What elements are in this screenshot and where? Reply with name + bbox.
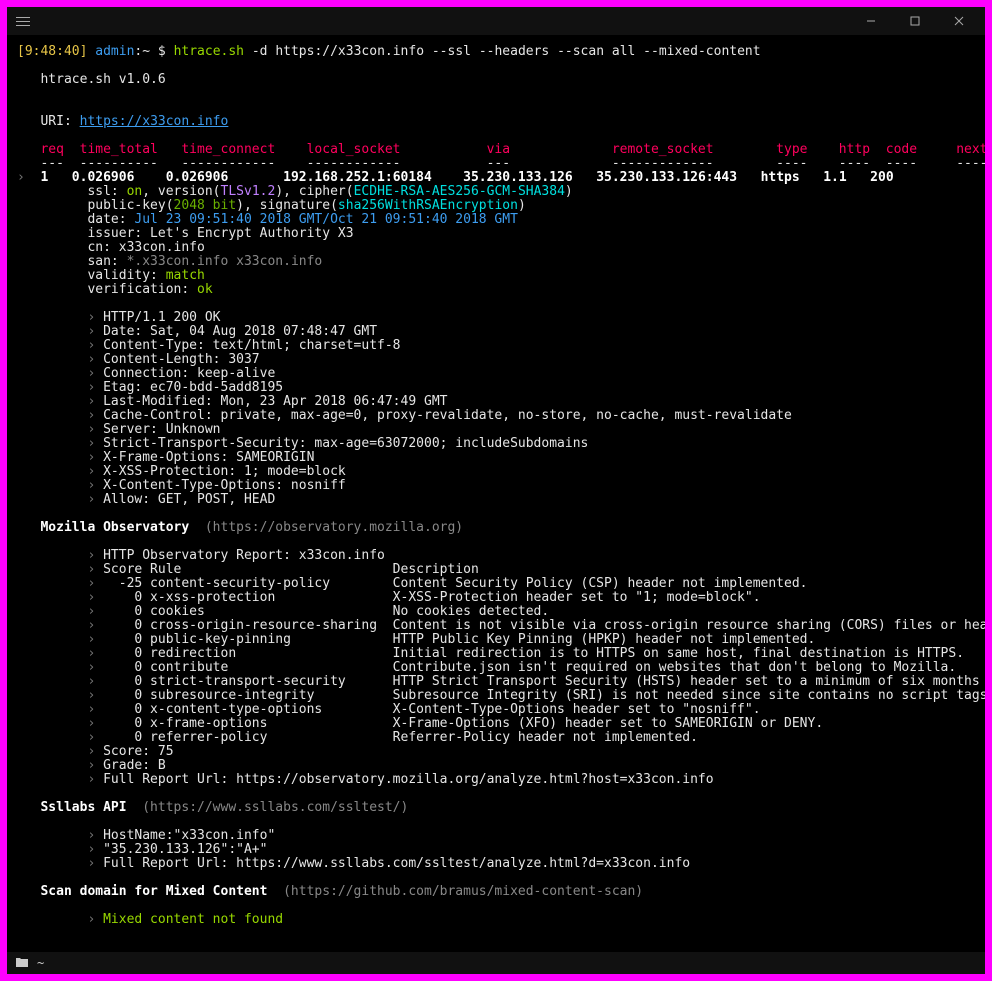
mixed-title: Scan domain for Mixed Content <box>17 884 267 899</box>
ssl-san: *.x33con.info x33con.info <box>127 254 323 269</box>
close-button[interactable] <box>939 9 979 33</box>
ssl-sig-lbl: ), signature( <box>236 198 338 213</box>
moz-chev: › <box>17 548 103 563</box>
uri-label: URI: <box>17 114 80 129</box>
moz-chev: › <box>17 772 103 787</box>
prompt-user: admin <box>95 44 134 59</box>
ssllabs-title: Ssllabs API <box>17 800 127 815</box>
moz-l1: HTTP Observatory Report: x33con.info <box>103 548 385 563</box>
row-chev: › <box>17 170 25 185</box>
row-via: 35.230.133.126 <box>432 170 573 185</box>
cmd-args: -d https://x33con.info --ssl --headers -… <box>244 44 761 59</box>
moz-chev: › <box>17 744 103 759</box>
moz-l2: Score Rule Description <box>103 562 479 577</box>
ssl-cipher: ECDHE-RSA-AES256-GCM-SHA384 <box>354 184 565 199</box>
row-remote: 35.230.133.126:443 <box>573 170 737 185</box>
title-bar <box>7 7 985 35</box>
ssl-sig: sha256WithRSAEncryption <box>338 198 518 213</box>
mixed-result: Mixed content not found <box>103 912 283 927</box>
ssl-on: on <box>127 184 143 199</box>
prompt-path: ~ <box>142 44 150 59</box>
status-bar: ~ <box>7 952 985 974</box>
ssl-cn: cn: x33con.info <box>17 240 205 255</box>
table-header-sep: --- ---------- ------------ ------------… <box>17 156 985 171</box>
ssl-version: TLSv1.2 <box>221 184 276 199</box>
mixed-chev: › <box>17 912 103 927</box>
row-type: https <box>737 170 800 185</box>
row-tc: 0.026906 <box>134 170 228 185</box>
row-tt: 0.026906 <box>48 170 134 185</box>
moz-grade: Grade: B <box>103 758 166 773</box>
status-path: ~ <box>37 956 44 970</box>
ssl-prefix: ssl: <box>17 184 127 199</box>
prompt-timestamp: [9:48:40] <box>17 44 87 59</box>
moz-full: Full Report Url: https://observatory.moz… <box>103 772 713 787</box>
ssl-close1: ) <box>565 184 573 199</box>
ssl-validity: match <box>166 268 205 283</box>
ssl-verif-lbl: verification: <box>17 282 197 297</box>
moz-score: Score: 75 <box>103 744 173 759</box>
ssl-issuer: issuer: Let's Encrypt Authority X3 <box>17 226 354 241</box>
moz-chev: › <box>17 562 103 577</box>
moz-rows: › -25 content-security-policy Content Se… <box>17 576 985 745</box>
moz-url: (https://observatory.mozilla.org) <box>189 520 463 535</box>
ssl-san-lbl: san: <box>17 254 127 269</box>
hamburger-icon[interactable] <box>13 11 33 31</box>
ssllabs-url: (https://www.ssllabs.com/ssltest/) <box>127 800 409 815</box>
prompt-dollar: $ <box>150 44 173 59</box>
folder-icon <box>15 956 29 971</box>
maximize-button[interactable] <box>895 9 935 33</box>
ssl-pubkey-lbl: public-key( <box>17 198 174 213</box>
terminal-window: [9:48:40] admin:~ $ htrace.sh -d https:/… <box>7 7 985 974</box>
moz-chev: › <box>17 758 103 773</box>
http-headers: › HTTP/1.1 200 OK › Date: Sat, 04 Aug 20… <box>17 310 792 507</box>
mixed-url: (https://github.com/bramus/mixed-content… <box>267 884 643 899</box>
ssl-verif: ok <box>197 282 213 297</box>
uri-value[interactable]: https://x33con.info <box>80 114 229 129</box>
ssl-pubkey: 2048 bit <box>174 198 237 213</box>
banner-line: htrace.sh v1.0.6 <box>17 72 166 87</box>
ssl-version-lbl: , version( <box>142 184 220 199</box>
table-header: req time_total time_connect local_socket… <box>17 142 985 157</box>
terminal-body[interactable]: [9:48:40] admin:~ $ htrace.sh -d https:/… <box>7 35 985 952</box>
moz-title: Mozilla Observatory <box>17 520 189 535</box>
ssl-close2: ) <box>518 198 526 213</box>
ssl-cipher-lbl: ), cipher( <box>275 184 353 199</box>
row-req: 1 <box>25 170 48 185</box>
cmd-name: htrace.sh <box>174 44 244 59</box>
row-local: 192.168.252.1:60184 <box>228 170 432 185</box>
ssl-validity-lbl: validity: <box>17 268 166 283</box>
ssl-date-lbl: date: <box>17 212 134 227</box>
row-code: 200 <box>847 170 894 185</box>
row-http: 1.1 <box>800 170 847 185</box>
ssllabs-rows: › HostName:"x33con.info" › "35.230.133.1… <box>17 828 690 871</box>
minimize-button[interactable] <box>851 9 891 33</box>
ssl-date: Jul 23 09:51:40 2018 GMT/Oct 21 09:51:40… <box>134 212 518 227</box>
